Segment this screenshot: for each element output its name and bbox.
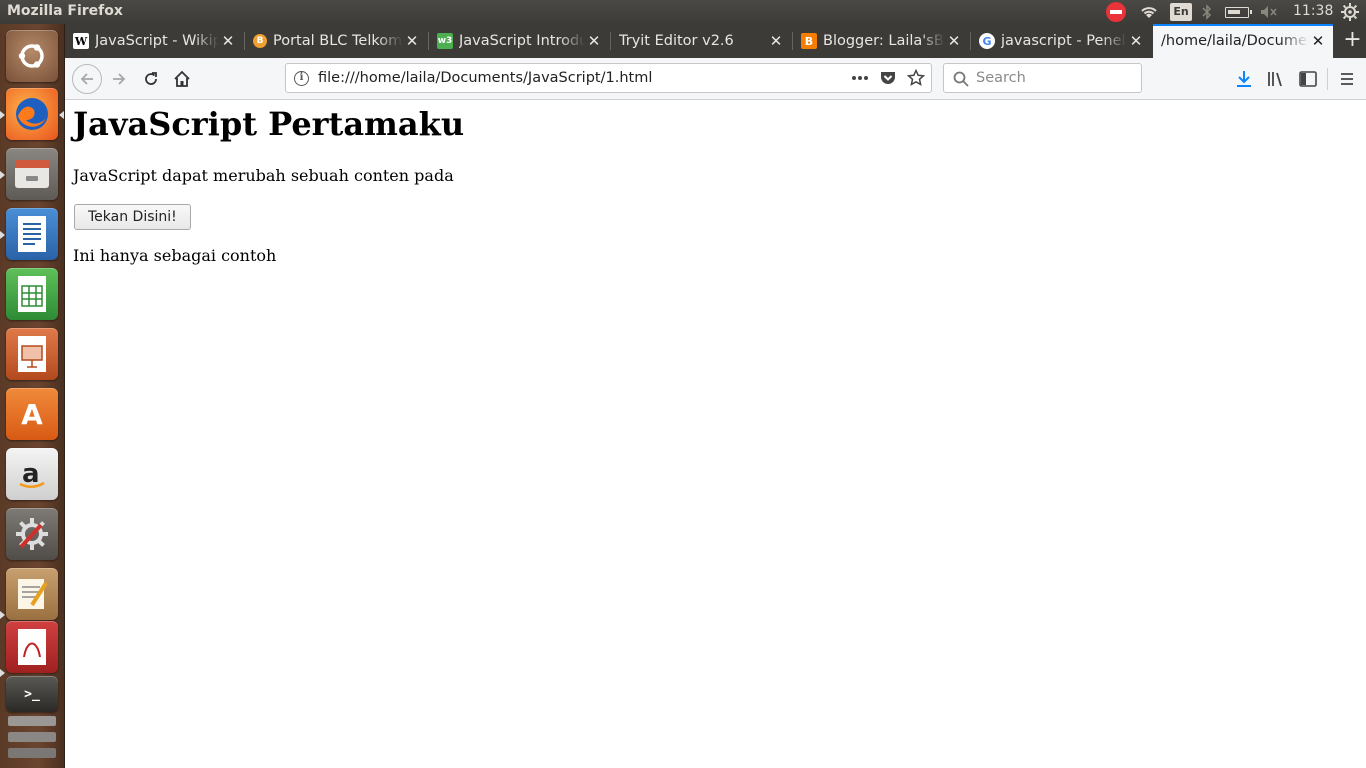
running-indicator [0, 231, 5, 239]
system-settings-icon[interactable] [6, 508, 58, 560]
running-indicator [0, 669, 5, 677]
bookmark-star-icon[interactable] [907, 69, 925, 87]
page-content: JavaScript Pertamaku JavaScript dapat me… [65, 100, 1366, 768]
tab-close-icon[interactable]: ✕ [219, 32, 237, 50]
tab-portal-blc[interactable]: B Portal BLC Telkom ✕ [245, 24, 427, 58]
tab-google-search[interactable]: G javascript - Penelusuran Google ✕ [971, 24, 1151, 58]
tab-tryit-editor[interactable]: Tryit Editor v2.6 ✕ [611, 24, 791, 58]
new-tab-button[interactable]: + [1339, 24, 1366, 58]
blogger-favicon-icon: B [801, 33, 817, 49]
toolbar-separator [1327, 68, 1328, 90]
terminal-icon[interactable]: >_ [6, 676, 58, 712]
tekan-disini-button[interactable]: Tekan Disini! [74, 204, 191, 230]
tab-close-icon[interactable]: ✕ [1309, 32, 1327, 50]
tab-label: javascript - Penelusuran Google [1001, 33, 1127, 49]
blc-favicon-icon: B [253, 34, 267, 48]
url-text[interactable]: file:///home/laila/Documents/JavaScript/… [318, 70, 652, 86]
tab-label: Tryit Editor v2.6 [619, 33, 734, 49]
tab-label: JavaScript Introduction [459, 33, 585, 49]
download-icon [1237, 71, 1251, 87]
network-disconnected-icon[interactable] [1106, 2, 1126, 22]
sidebar-button[interactable] [1294, 65, 1322, 93]
libreoffice-calc-icon[interactable] [6, 268, 58, 320]
volume-muted-icon[interactable] [1260, 5, 1278, 19]
open-menu-button[interactable] [1333, 65, 1361, 93]
hamburger-menu-icon [1341, 73, 1353, 85]
search-placeholder: Search [976, 70, 1026, 86]
system-top-bar: Mozilla Firefox En 11:38 [0, 0, 1366, 24]
amazon-icon[interactable]: a [6, 448, 58, 500]
sidebar-icon [1299, 71, 1317, 87]
google-favicon-icon: G [979, 33, 995, 49]
running-indicator [0, 171, 5, 179]
browser-tab-strip: W JavaScript - Wikipedia ✕ B Portal BLC … [65, 24, 1366, 58]
tab-label: Blogger: Laila'sBlog [823, 33, 945, 49]
home-icon [174, 70, 190, 87]
intro-paragraph: JavaScript dapat merubah sebuah conten p… [73, 166, 454, 185]
battery-icon[interactable] [1225, 7, 1252, 18]
downloads-button[interactable] [1230, 65, 1258, 93]
running-indicator [0, 111, 5, 119]
url-bar[interactable]: i file:///home/laila/Documents/JavaScrip… [285, 63, 932, 93]
tab-label: Portal BLC Telkom [273, 33, 403, 49]
forward-button[interactable] [105, 65, 133, 93]
back-arrow-icon [80, 73, 93, 85]
home-button[interactable] [168, 65, 196, 93]
software-center-icon[interactable]: A [6, 388, 58, 440]
clock[interactable]: 11:38 [1293, 3, 1333, 19]
libreoffice-impress-icon[interactable] [6, 328, 58, 380]
navigation-toolbar: i file:///home/laila/Documents/JavaScrip… [65, 58, 1366, 100]
tab-js-introduction[interactable]: w3 JavaScript Introduction ✕ [429, 24, 609, 58]
bluetooth-icon[interactable] [1200, 4, 1214, 20]
keyboard-layout-indicator[interactable]: En [1170, 3, 1192, 21]
search-icon [953, 71, 969, 87]
launcher-trash-stack [8, 748, 56, 758]
launcher-trash-stack [8, 732, 56, 742]
svg-text:a: a [22, 459, 40, 489]
files-icon[interactable] [6, 148, 58, 200]
libreoffice-writer-icon[interactable] [6, 208, 58, 260]
reload-button[interactable] [137, 65, 165, 93]
tab-label: JavaScript - Wikipedia [95, 33, 219, 49]
wikipedia-favicon-icon: W [73, 33, 89, 49]
site-info-icon[interactable]: i [294, 71, 309, 86]
demo-paragraph: Ini hanya sebagai contoh [73, 246, 277, 265]
back-button[interactable] [72, 64, 102, 94]
search-bar[interactable]: Search [943, 63, 1142, 93]
library-button[interactable] [1262, 65, 1290, 93]
wifi-icon[interactable] [1139, 4, 1159, 20]
tab-close-icon[interactable]: ✕ [403, 32, 421, 50]
unity-launcher: A a >_ [0, 24, 65, 768]
tab-blogger[interactable]: B Blogger: Laila'sBlog ✕ [793, 24, 969, 58]
tab-close-icon[interactable]: ✕ [585, 32, 603, 50]
tab-local-file[interactable]: /home/laila/Documents/JavaScript/1.html … [1153, 24, 1333, 58]
page-actions-menu-icon[interactable] [851, 75, 869, 81]
focused-indicator [59, 111, 64, 119]
pocket-icon[interactable] [879, 69, 897, 87]
tab-close-icon[interactable]: ✕ [767, 32, 785, 50]
running-indicator [0, 611, 5, 619]
tab-label: /home/laila/Documents/JavaScript/1.html [1161, 33, 1309, 49]
tab-close-icon[interactable]: ✕ [945, 32, 963, 50]
tab-close-icon[interactable]: ✕ [1127, 32, 1145, 50]
firefox-icon[interactable] [6, 88, 58, 140]
text-editor-icon[interactable] [6, 568, 58, 620]
w3schools-favicon-icon: w3 [437, 33, 453, 49]
document-viewer-icon[interactable] [6, 621, 58, 673]
tab-wikipedia[interactable]: W JavaScript - Wikipedia ✕ [65, 24, 243, 58]
page-heading: JavaScript Pertamaku [73, 105, 465, 143]
app-title: Mozilla Firefox [7, 3, 123, 19]
session-gear-icon[interactable] [1341, 3, 1359, 21]
launcher-trash-stack [8, 716, 56, 726]
forward-arrow-icon [113, 73, 126, 85]
reload-icon [145, 72, 157, 85]
ubuntu-logo-icon[interactable] [6, 30, 58, 82]
library-icon [1268, 72, 1282, 87]
